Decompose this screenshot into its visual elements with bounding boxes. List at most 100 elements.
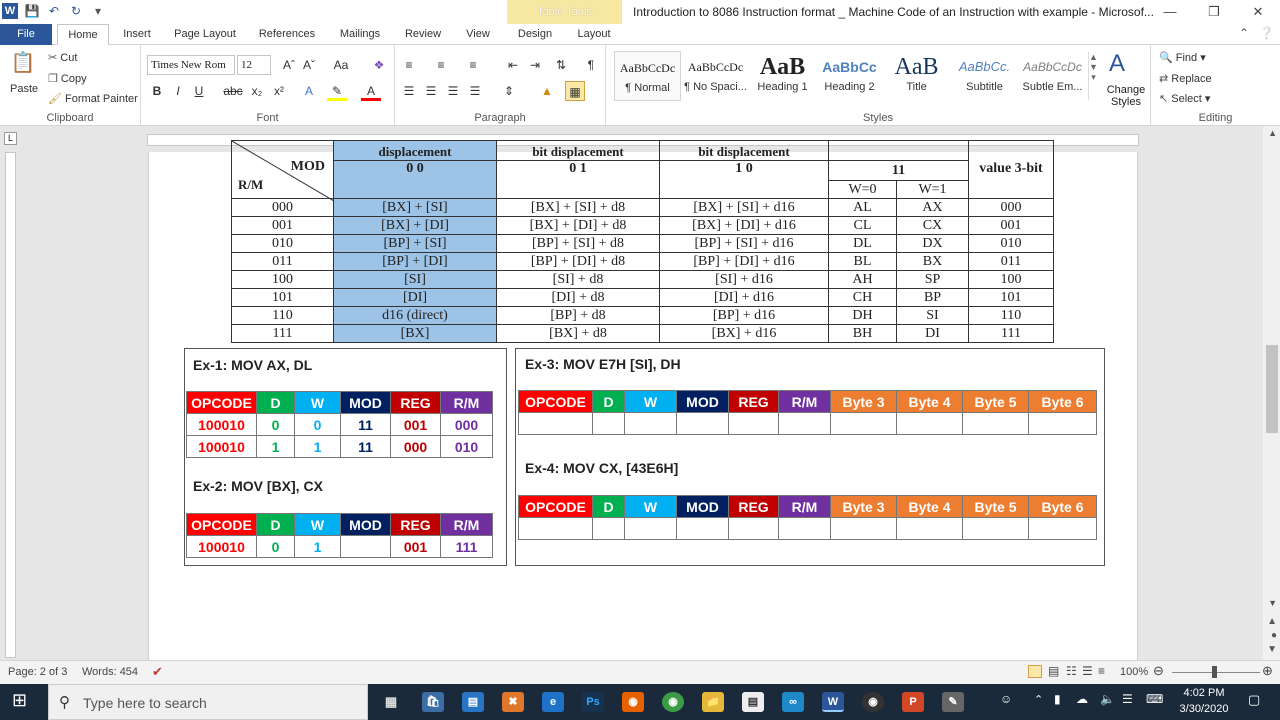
people-icon[interactable]: ☺: [1000, 692, 1012, 706]
rm-code-cell[interactable]: 110: [231, 306, 334, 325]
ex4-cell[interactable]: [728, 517, 779, 540]
app-window-icon[interactable]: ▤: [462, 692, 484, 712]
ex3-header-cell[interactable]: MOD: [676, 390, 729, 413]
reg-code-cell[interactable]: 100: [968, 270, 1054, 289]
scroll-down-icon[interactable]: ▼: [1268, 598, 1277, 608]
ex3-header-cell[interactable]: Byte 4: [896, 390, 963, 413]
style-no-spacing[interactable]: AaBbCcDc ¶ No Spaci...: [682, 51, 749, 101]
tab-page-layout[interactable]: Page Layout: [168, 24, 242, 45]
word-app-icon[interactable]: W: [2, 3, 18, 19]
windows-start-icon[interactable]: ⊞: [12, 690, 27, 711]
center-icon[interactable]: ☰: [421, 81, 441, 101]
ex4-cell[interactable]: [830, 517, 897, 540]
ex4-header-cell[interactable]: REG: [728, 495, 779, 518]
ex1-header-cell[interactable]: MOD: [340, 391, 391, 414]
powerpoint-icon[interactable]: P: [902, 692, 924, 712]
reg-code-cell[interactable]: 011: [968, 252, 1054, 271]
style-subtle-emphasis[interactable]: AaBbCcDc Subtle Em...: [1019, 51, 1086, 101]
ex4-cell[interactable]: [676, 517, 729, 540]
cloud-icon[interactable]: ☁: [1076, 692, 1088, 706]
ex4-header-cell[interactable]: R/M: [778, 495, 831, 518]
borders-icon[interactable]: ▦: [565, 81, 585, 101]
ex1-cell[interactable]: 100010: [186, 435, 257, 458]
edge-icon[interactable]: e: [542, 692, 564, 712]
ex3-cell[interactable]: [592, 412, 625, 435]
ex3-header-cell[interactable]: Byte 3: [830, 390, 897, 413]
reg-code-cell[interactable]: 101: [968, 288, 1054, 307]
ex1-header-cell[interactable]: D: [256, 391, 295, 414]
address-cell[interactable]: [BP] + d16: [659, 306, 829, 325]
ex3-header-cell[interactable]: Byte 5: [962, 390, 1029, 413]
ex4-header-cell[interactable]: MOD: [676, 495, 729, 518]
customize-qat-icon[interactable]: ▾: [90, 3, 106, 19]
ex1-header-cell[interactable]: REG: [390, 391, 441, 414]
rm-code-cell[interactable]: 000: [231, 198, 334, 217]
show-marks-icon[interactable]: ¶: [581, 55, 601, 75]
address-cell[interactable]: [BX] + [SI]: [333, 198, 497, 217]
reg-code-cell[interactable]: 010: [968, 234, 1054, 253]
address-cell[interactable]: [DI]: [333, 288, 497, 307]
ex2-header-cell[interactable]: D: [256, 513, 295, 536]
task-view-icon[interactable]: ▦: [380, 692, 402, 712]
ex2-header-cell[interactable]: REG: [390, 513, 441, 536]
ex3-cell[interactable]: [962, 412, 1029, 435]
ex2-header-cell[interactable]: W: [294, 513, 341, 536]
ex1-cell[interactable]: 11: [340, 435, 391, 458]
clock-time[interactable]: 4:02 PM: [1172, 687, 1236, 699]
address-cell[interactable]: CL: [828, 216, 897, 235]
ex1-cell[interactable]: 010: [440, 435, 493, 458]
restore-button[interactable]: ❐: [1192, 0, 1236, 24]
rm-code-cell[interactable]: 101: [231, 288, 334, 307]
ex1-cell[interactable]: 001: [390, 413, 441, 436]
paste-button[interactable]: Paste: [10, 83, 38, 95]
select-browse-object-icon[interactable]: ●: [1271, 630, 1277, 641]
style-subtitle[interactable]: AaBbCc. Subtitle: [951, 51, 1018, 101]
address-cell[interactable]: [BP] + d8: [496, 306, 660, 325]
ex2-cell[interactable]: 1: [294, 535, 341, 558]
address-cell[interactable]: BX: [896, 252, 969, 271]
tab-view[interactable]: View: [458, 24, 498, 45]
underline-icon[interactable]: U: [189, 81, 209, 101]
address-cell[interactable]: AL: [828, 198, 897, 217]
ex4-header-cell[interactable]: OPCODE: [518, 495, 593, 518]
ex4-header-cell[interactable]: W: [624, 495, 677, 518]
ex4-cell[interactable]: [592, 517, 625, 540]
ex3-cell[interactable]: [778, 412, 831, 435]
undo-icon[interactable]: ↶: [46, 3, 62, 19]
reg-code-cell[interactable]: 110: [968, 306, 1054, 325]
reg-code-cell[interactable]: 000: [968, 198, 1054, 217]
ex4-table[interactable]: OPCODE D W MOD REG R/M Byte 3 Byte 4 Byte 5 Byte …: [518, 495, 1097, 540]
address-cell[interactable]: [BX] + d16: [659, 324, 829, 343]
address-cell[interactable]: AH: [828, 270, 897, 289]
battery-icon[interactable]: ▮: [1054, 692, 1061, 706]
ex3-cell[interactable]: [728, 412, 779, 435]
tab-file[interactable]: File: [0, 24, 52, 45]
copy-button[interactable]: ❐ Copy: [48, 72, 87, 85]
zoom-level[interactable]: 100%: [1120, 666, 1148, 678]
address-cell[interactable]: DL: [828, 234, 897, 253]
chrome-icon[interactable]: ◉: [662, 692, 684, 712]
ex2-cell[interactable]: 111: [440, 535, 493, 558]
address-cell[interactable]: [SI] + d16: [659, 270, 829, 289]
text-effects-icon[interactable]: A: [299, 81, 319, 101]
change-styles-button[interactable]: Change Styles: [1105, 84, 1147, 108]
ex3-header-cell[interactable]: W: [624, 390, 677, 413]
subscript-icon[interactable]: x₂: [247, 81, 267, 101]
file-explorer-icon[interactable]: 📁: [702, 692, 724, 712]
ex3-cell[interactable]: [676, 412, 729, 435]
ex3-cell[interactable]: [1028, 412, 1097, 435]
previous-page-icon[interactable]: ▲: [1267, 616, 1277, 627]
ex4-cell[interactable]: [962, 517, 1029, 540]
grow-font-icon[interactable]: Aˆ: [279, 55, 299, 75]
tab-design[interactable]: Design: [510, 24, 560, 45]
styles-scroll-icon[interactable]: ▲ ▼ ▾: [1088, 52, 1098, 100]
ex4-header-cell[interactable]: Byte 5: [962, 495, 1029, 518]
tab-review[interactable]: Review: [398, 24, 448, 45]
strikethrough-icon[interactable]: abc: [223, 81, 243, 101]
scrollbar-thumb[interactable]: [1266, 345, 1278, 433]
ex3-header-cell[interactable]: D: [592, 390, 625, 413]
reg-code-cell[interactable]: 001: [968, 216, 1054, 235]
photoshop-icon[interactable]: Ps: [582, 692, 604, 712]
rm-code-cell[interactable]: 111: [231, 324, 334, 343]
taskbar-search[interactable]: ⚲ Type here to search: [48, 684, 368, 720]
